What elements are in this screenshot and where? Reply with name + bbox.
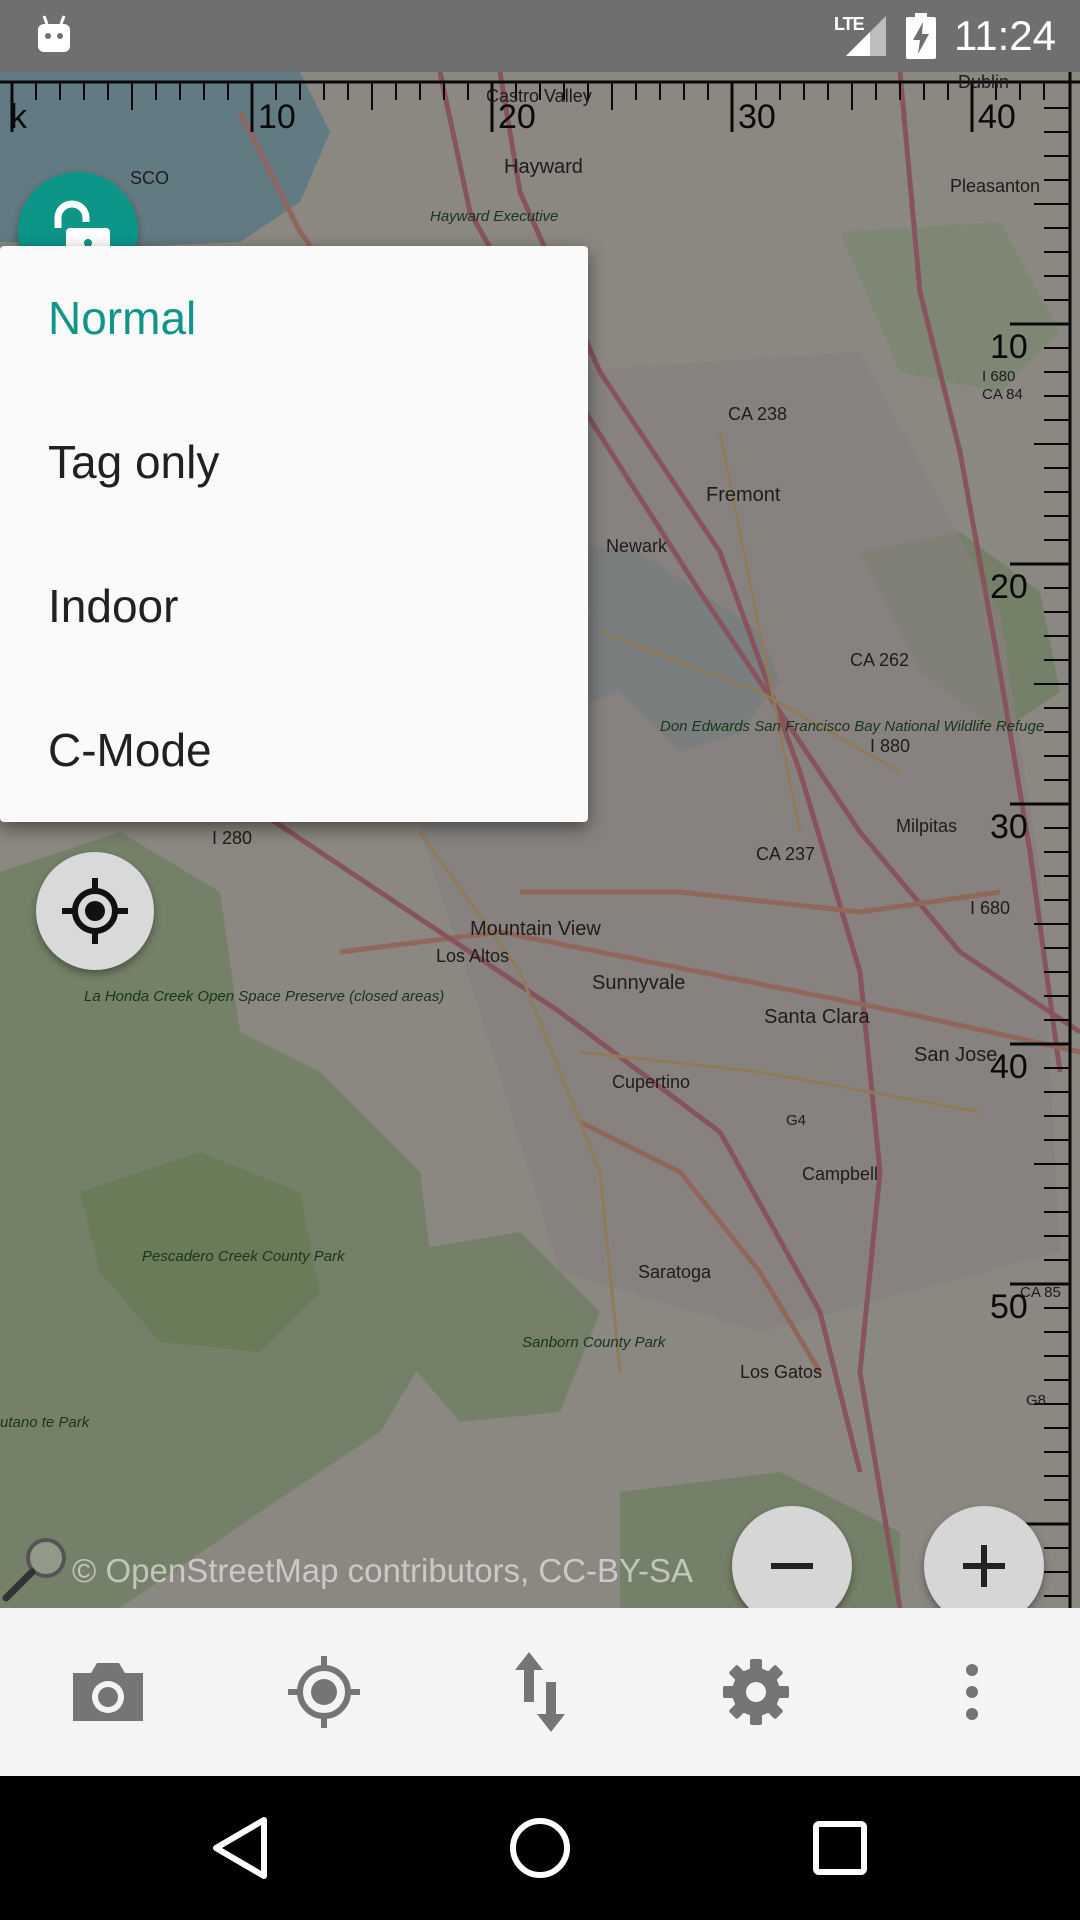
map-label: Cupertino xyxy=(612,1072,691,1092)
battery-charging-icon xyxy=(906,13,936,59)
locate-button[interactable] xyxy=(36,852,154,970)
minus-icon xyxy=(771,1563,813,1569)
map-label: La Honda Creek Open Space Preserve (clos… xyxy=(84,988,445,1005)
more-vertical-icon xyxy=(966,1664,978,1720)
map-label: Pescadero Creek County Park xyxy=(142,1248,345,1265)
status-bar: LTE 11:24 xyxy=(0,0,1080,72)
map-label: CA 85 xyxy=(1020,1284,1061,1301)
recents-button[interactable] xyxy=(800,1808,880,1888)
map-label: CA 238 xyxy=(728,404,788,424)
map-label: Fremont xyxy=(706,484,781,506)
map-label: Campbell xyxy=(802,1164,879,1184)
camera-button[interactable] xyxy=(48,1632,168,1752)
back-triangle-icon xyxy=(213,1817,267,1879)
map-label: Milpitas xyxy=(896,816,958,836)
map-label: SCO xyxy=(130,168,170,188)
map-label: San Jose xyxy=(914,1044,998,1066)
gps-icon xyxy=(288,1656,360,1728)
android-notification-icon xyxy=(38,15,70,52)
map-label: Hayward xyxy=(504,156,583,178)
map-label: Saratoga xyxy=(638,1262,712,1282)
ruler-top-label: 30 xyxy=(738,98,776,136)
plus-icon xyxy=(963,1545,1005,1587)
settings-button[interactable] xyxy=(696,1632,816,1752)
map-label: Mountain View xyxy=(470,918,601,940)
map-label: Sunnyvale xyxy=(592,972,686,994)
back-button[interactable] xyxy=(200,1808,280,1888)
map-label: I 880 xyxy=(870,736,911,756)
map-label: Hayward Executive xyxy=(430,208,559,225)
clock: 11:24 xyxy=(954,12,1056,59)
home-button[interactable] xyxy=(500,1808,580,1888)
ruler-top-label: 10 xyxy=(258,98,296,136)
map-label: Don Edwards San Francisco Bay National W… xyxy=(660,718,1044,736)
map-label: Pleasanton xyxy=(950,176,1041,196)
menu-item-indoor[interactable]: Indoor xyxy=(0,534,588,678)
recents-square-icon xyxy=(813,1821,867,1875)
map-label: G4 xyxy=(786,1112,807,1129)
lte-signal-icon: LTE xyxy=(834,14,888,58)
map-label: CA 84 xyxy=(982,386,1023,403)
ruler-right-label: 20 xyxy=(990,568,1028,606)
map-label: CA 237 xyxy=(756,844,816,864)
camera-icon xyxy=(73,1663,143,1721)
ruler-top-label: k xyxy=(10,98,27,136)
menu-item-normal[interactable]: Normal xyxy=(0,246,588,390)
gear-icon xyxy=(723,1659,789,1725)
map-label: I 280 xyxy=(212,828,253,848)
map-label: Los Altos xyxy=(436,946,510,966)
navigation-bar xyxy=(0,1776,1080,1920)
ruler-right-label: 30 xyxy=(990,808,1028,846)
ruler-right-label: 10 xyxy=(990,328,1028,366)
map-label: Los Gatos xyxy=(740,1362,823,1382)
map-label: Santa Clara xyxy=(764,1006,870,1028)
home-circle-icon xyxy=(510,1818,570,1878)
gps-button[interactable] xyxy=(264,1632,384,1752)
up-down-arrows-icon xyxy=(515,1652,565,1732)
crosshair-icon xyxy=(62,878,128,944)
menu-item-c-mode[interactable]: C-Mode xyxy=(0,678,588,822)
map-label: Newark xyxy=(606,536,668,556)
map-label: I 680 xyxy=(970,898,1011,918)
map-label: Dublin xyxy=(958,72,1010,92)
map-attribution: © OpenStreetMap contributors, CC-BY-SA xyxy=(72,1552,694,1589)
map-label: G8 xyxy=(1026,1392,1047,1409)
map-label: CA 262 xyxy=(850,650,910,670)
map-label: I 680 xyxy=(982,368,1016,385)
ruler-top-label: 40 xyxy=(978,98,1016,136)
overflow-menu-button[interactable] xyxy=(912,1632,1032,1752)
bottom-toolbar xyxy=(0,1608,1080,1776)
menu-item-tag-only[interactable]: Tag only xyxy=(0,390,588,534)
transfer-button[interactable] xyxy=(480,1632,600,1752)
map-label: Castro Valley xyxy=(486,86,592,106)
magnifier-icon[interactable] xyxy=(0,1534,70,1604)
map-label: Sanborn County Park xyxy=(522,1334,666,1351)
mode-popup-menu: Normal Tag only Indoor C-Mode xyxy=(0,246,588,822)
map-label: utano te Park xyxy=(0,1414,90,1431)
